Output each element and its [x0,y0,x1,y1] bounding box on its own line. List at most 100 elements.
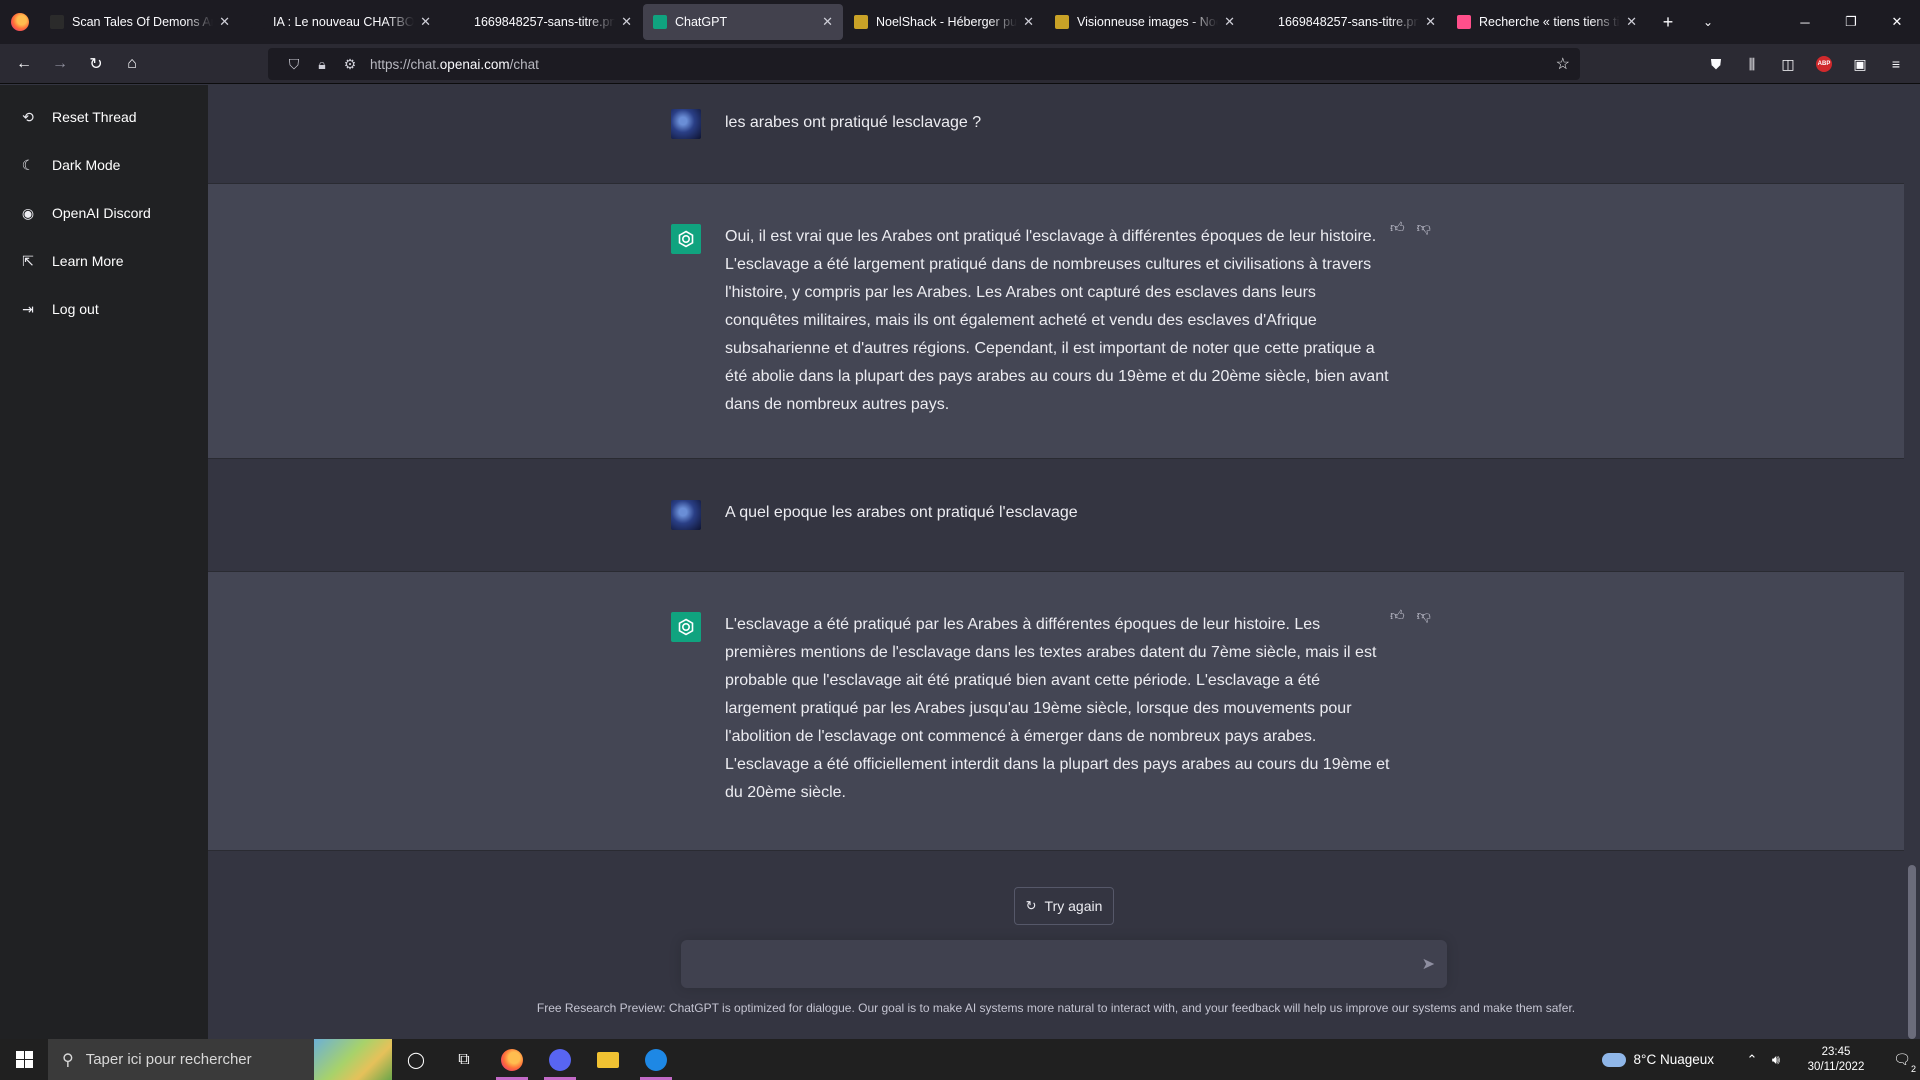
cloud-icon [1601,1052,1626,1067]
url-bar[interactable]: ⛉ 🔒︎ ⚙ https://chat.openai.com/chat ☆ [268,48,1580,80]
search-icon: ⚲ [62,1051,74,1069]
extension-icon[interactable]: ▣ [1842,48,1878,80]
notification-icon[interactable]: 🗨︎ 2 [1884,1051,1920,1074]
message-text: A quel epoque les arabes ont pratiqué l'… [725,504,1078,521]
composer: ➤ [681,940,1447,988]
tab-favicon-icon [1457,15,1471,29]
tracking-shield-icon[interactable]: ⛉ [280,56,308,73]
weather-widget[interactable]: 8°C Nuageux [1601,1052,1714,1067]
message-input[interactable] [697,952,1397,976]
sidebar-item-label: Learn More [52,253,124,269]
tab-title: 1669848257-sans-titre.png (Image) [474,15,616,29]
discord-taskbar-icon[interactable] [536,1039,584,1080]
feedback-buttons: 👍︎ 👎︎ [1390,219,1431,236]
sidebar-item-label: Dark Mode [52,157,121,173]
thumbs-down-icon[interactable]: 👎︎ [1417,219,1431,236]
sidebar-item-openai-discord[interactable]: ◉ OpenAI Discord [0,189,208,237]
permissions-icon[interactable]: ⚙ [336,56,364,73]
openai-logo-icon [671,612,701,642]
browser-nav-bar: ← → ↻ ⌂ ⛉ 🔒︎ ⚙ https://chat.openai.com/c… [0,44,1920,84]
tab-favicon-icon [653,15,667,29]
close-window-icon[interactable]: ✕ [1874,0,1920,44]
windows-start-icon[interactable] [0,1039,48,1080]
tab-close-icon[interactable]: ✕ [822,14,833,30]
volume-icon[interactable]: 🔊︎ [1764,1052,1788,1068]
thumbs-up-icon[interactable]: 👍︎ [1390,219,1405,236]
scrollbar-thumb[interactable] [1908,865,1916,1039]
task-view-icon[interactable]: ⧉ [440,1039,488,1080]
restore-icon[interactable]: ❐ [1828,0,1874,44]
tab-title: Scan Tales Of Demons And Gods [72,15,213,29]
new-tab-button[interactable]: + [1648,4,1688,40]
adblock-icon[interactable]: ABP [1806,48,1842,80]
pocket-icon[interactable]: ⛊ [1698,48,1734,80]
library-icon[interactable]: ⫼ [1734,48,1770,80]
chevron-up-icon[interactable]: ⌃ [1740,1052,1764,1068]
sidebar-item-learn-more[interactable]: ⇱ Learn More [0,237,208,285]
thumbs-up-icon[interactable]: 👍︎ [1390,607,1405,624]
weather-text: 8°C Nuageux [1633,1052,1714,1067]
user-message: A quel epoque les arabes ont pratiqué l'… [208,459,1904,571]
browser-tab[interactable]: 1669848257-sans-titre.png (Image) ✕ [1246,4,1446,40]
tab-favicon-icon [1256,15,1270,29]
firefox-taskbar-icon[interactable] [488,1039,536,1080]
list-all-tabs-icon[interactable]: ⌄ [1688,4,1728,40]
browser-tab[interactable]: Scan Tales Of Demons And Gods ✕ [40,4,240,40]
tab-title: IA : Le nouveau CHATBOT d'OpenAI [273,15,415,29]
user-avatar [671,109,701,139]
browser-tab[interactable]: NoelShack - Héberger puis partager ✕ [844,4,1044,40]
sidebar-item-label: Reset Thread [52,109,137,125]
clock[interactable]: 23:45 30/11/2022 [1796,1045,1876,1075]
reload-icon[interactable]: ↻ [78,48,114,80]
firefox-menu-icon[interactable] [0,0,40,44]
assistant-message: L'esclavage a été pratiqué par les Arabe… [208,571,1904,851]
sidebar-item-reset-thread[interactable]: ⟲ Reset Thread [0,93,208,141]
tab-close-icon[interactable]: ✕ [219,14,230,30]
file-explorer-icon[interactable] [584,1039,632,1080]
tab-close-icon[interactable]: ✕ [420,14,431,30]
cortana-icon[interactable]: ◯ [392,1039,440,1080]
lock-icon[interactable]: 🔒︎ [308,56,336,73]
user-avatar [671,500,701,530]
browser-tab[interactable]: IA : Le nouveau CHATBOT d'OpenAI ✕ [241,4,441,40]
external-link-icon: ⇱ [22,252,34,269]
logout-icon: ⇥ [22,300,34,317]
forward-icon[interactable]: → [42,48,78,80]
message-text: L'esclavage a été pratiqué par les Arabe… [725,616,1390,801]
send-icon[interactable]: ➤ [1422,954,1435,974]
back-icon[interactable]: ← [6,48,42,80]
tab-favicon-icon [854,15,868,29]
browser-tab[interactable]: ChatGPT ✕ [643,4,843,40]
minimize-icon[interactable]: ─ [1782,0,1828,44]
tab-close-icon[interactable]: ✕ [1626,14,1637,30]
message-text: Oui, il est vrai que les Arabes ont prat… [725,228,1389,413]
reset-icon: ⟲ [22,108,34,125]
sidebar-toggle-icon[interactable]: ◫ [1770,48,1806,80]
sidebar-item-dark-mode[interactable]: ☾ Dark Mode [0,141,208,189]
taskbar: ⚲ Taper ici pour rechercher ◯ ⧉ 8°C Nuag… [0,1039,1920,1080]
tab-close-icon[interactable]: ✕ [1224,14,1235,30]
tab-close-icon[interactable]: ✕ [621,14,632,30]
scrollbar[interactable] [1904,85,1920,1039]
refresh-icon: ↻ [1025,898,1037,913]
tab-close-icon[interactable]: ✕ [1023,14,1034,30]
tab-title: NoelShack - Héberger puis partager [876,15,1018,29]
hamburger-menu-icon[interactable]: ≡ [1878,48,1914,80]
home-icon[interactable]: ⌂ [114,48,150,80]
app-taskbar-icon[interactable] [632,1039,680,1080]
taskbar-search[interactable]: ⚲ Taper ici pour rechercher [48,1039,392,1080]
bookmark-star-icon[interactable]: ☆ [1556,54,1570,74]
browser-tab[interactable]: Visionneuse images - NoelShack ✕ [1045,4,1245,40]
browser-tab[interactable]: Recherche « tiens tiens tiens » ✕ [1447,4,1647,40]
url-text[interactable]: https://chat.openai.com/chat [370,57,539,72]
discord-icon: ◉ [21,204,35,221]
message-text: les arabes ont pratiqué lesclavage ? [725,114,982,131]
thumbs-down-icon[interactable]: 👎︎ [1417,607,1431,624]
search-highlight-image [314,1039,392,1080]
browser-tab[interactable]: 1669848257-sans-titre.png (Image) ✕ [442,4,642,40]
sidebar-item-log-out[interactable]: ⇥ Log out [0,285,208,333]
tab-close-icon[interactable]: ✕ [1425,14,1436,30]
tab-title: 1669848257-sans-titre.png (Image) [1278,15,1420,29]
openai-logo-icon [671,224,701,254]
try-again-button[interactable]: ↻ Try again [1014,887,1114,925]
